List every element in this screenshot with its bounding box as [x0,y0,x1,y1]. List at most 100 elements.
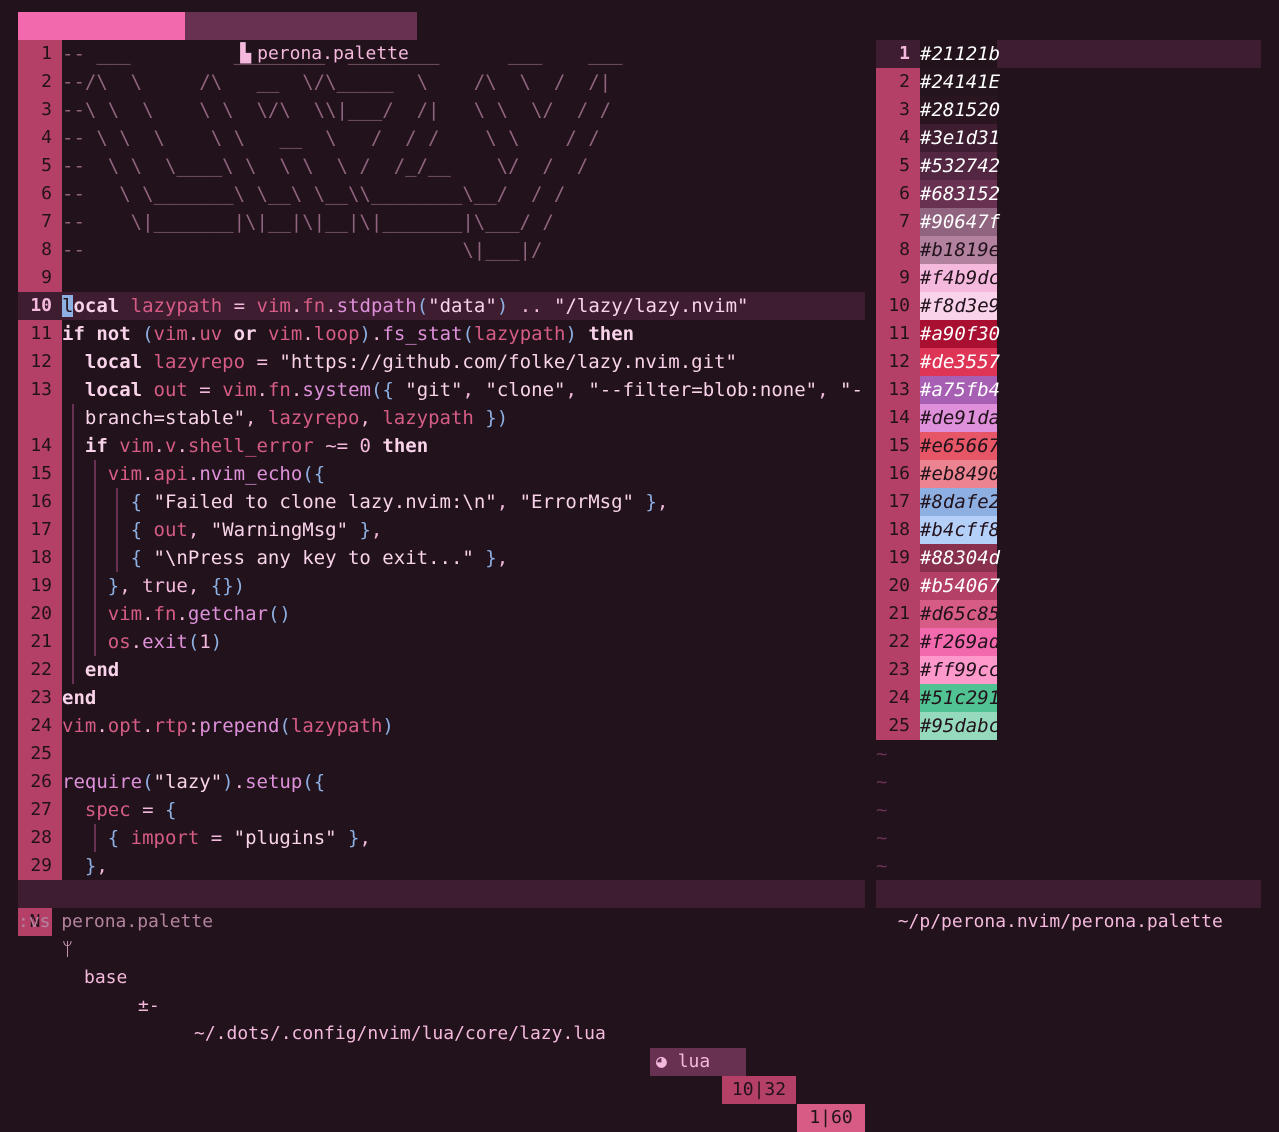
tab-lazy-lua[interactable]: ◕ lazy.lua [18,12,185,64]
code-line[interactable]: 2 --/\ \ /\ __ \/\_____ \ /\ \ / /| [18,68,865,96]
code-line[interactable]: 3 --\ \ \ \ \ \/\ \\|___/ /| \ \ \/ / / [18,96,865,124]
palette-line[interactable]: 4 #3e1d31 [876,124,1261,152]
code-line[interactable]: 18 { "\nPress any key to exit..." }, [18,544,865,572]
code-text: end [62,684,96,712]
code-line[interactable]: 29 }, [18,852,865,880]
code-token: "lazy" [153,771,223,793]
statusline-left: N ᛘ base ±- ~/.dots/.config/nvim/lua/cor… [18,880,865,1132]
code-line[interactable]: 11 if not (vim.uv or vim.loop).fs_stat(la… [18,320,865,348]
palette-line[interactable]: 16 #eb8490 [876,460,1261,488]
code-token: ( [462,323,474,345]
empty-line-marker: ~ [876,855,888,877]
code-token: ({ [302,771,326,793]
palette-line[interactable]: 18 #b4cff8 [876,516,1261,544]
cursor-position: 10|32 [722,1076,796,1104]
color-swatch: #de91da [920,404,1000,432]
code-token: , [245,407,268,429]
palette-line[interactable]: 23 #ff99cc [876,656,1261,684]
line-number: 13 [888,379,910,400]
palette-line[interactable]: 7 #90647f [876,208,1261,236]
code-line[interactable]: 1 -- ___ ________ ________ ___ ___ [18,40,865,68]
palette-line[interactable]: 14 #de91da [876,404,1261,432]
code-line[interactable]: 27 spec = { [18,796,865,824]
code-token: api [153,463,188,485]
code-line[interactable]: 14 if vim.v.shell_error ~= 0 then [18,432,865,460]
palette-line[interactable]: 5 #532742 [876,152,1261,180]
line-number: 14 [888,407,910,428]
line-number: 21 [888,603,910,624]
code-line[interactable]: 25 [18,740,865,768]
code-line[interactable]: 24 vim.opt.rtp:prepend(lazypath) [18,712,865,740]
line-number: 5 [899,155,910,176]
palette-line[interactable]: 3 #281520 [876,96,1261,124]
code-line[interactable]: 28 { import = "plugins" }, [18,824,865,852]
code-line[interactable]: 12 local lazyrepo = "https://github.com/… [18,348,865,376]
line-number: 4 [41,127,52,148]
code-token: = [130,799,165,821]
indent-guide [94,824,96,852]
code-line[interactable]: 21 os.exit(1) [18,628,865,656]
code-token: ocal [73,295,120,317]
code-line[interactable]: 19 }, true, {}) [18,572,865,600]
code-token: or [222,323,268,345]
palette-line[interactable]: 10 #f8d3e9 [876,292,1261,320]
palette-line[interactable]: 8 #b1819e [876,236,1261,264]
code-token: rtp [153,715,188,737]
code-text: if not (vim.uv or vim.loop).fs_stat(lazy… [62,320,634,348]
code-token: . [153,435,165,457]
palette-line[interactable]: 24 #51c291 [876,684,1261,712]
code-line[interactable]: 23 end [18,684,865,712]
code-line[interactable]: 20 vim.fn.getchar() [18,600,865,628]
command-line[interactable]: :vs perona.palette [18,908,213,936]
color-swatch: #532742 [920,152,1000,180]
palette-line[interactable]: 19 #88304d [876,544,1261,572]
palette-line[interactable]: 17 #8dafe2 [876,488,1261,516]
code-token: , [817,379,841,401]
editor-window-left[interactable]: 1 -- ___ ________ ________ ___ ___ 2 --/\ \… [18,40,865,880]
palette-line[interactable]: 1 #21121b [876,40,1261,68]
palette-line[interactable]: 25 #95dabc [876,712,1261,740]
line-number: 12 [888,351,910,372]
code-token: . [290,379,303,401]
code-text: local lazypath = vim.fn.stdpath("data") … [62,292,749,320]
palette-line[interactable]: 9 #f4b9dc [876,264,1261,292]
palette-line[interactable]: 13 #a75fb4 [876,376,1261,404]
code-line[interactable]: branch=stable", lazyrepo, lazypath }) [18,404,865,432]
code-line[interactable]: 22 end [18,656,865,684]
code-token: require [62,771,143,793]
code-line[interactable]: 8 -- \|___|/ [18,236,865,264]
palette-line[interactable]: 12 #de3557 [876,348,1261,376]
code-token: . [176,435,188,457]
code-token: -- \|___|/ [62,239,543,261]
code-token: , [370,519,383,541]
code-token: . [142,603,154,625]
code-line[interactable]: 6 -- \ \_______\ \__\ \__\\________\__/ /… [18,180,865,208]
color-swatch: #90647f [920,208,1000,236]
line-number: 6 [41,183,52,204]
palette-line[interactable]: 6 #683152 [876,180,1261,208]
code-line[interactable]: 7 -- \|_______|\|__|\|__|\|_______|\___/ … [18,208,865,236]
code-line[interactable]: 5 -- \ \ \____\ \ \ \ \ / /_/__ \/ / / [18,152,865,180]
code-line[interactable]: 4 -- \ \ \ \ \ __ \ / / / \ \ / / [18,124,865,152]
palette-line[interactable]: 11 #a90f30 [876,320,1261,348]
code-line[interactable]: 10 local lazypath = vim.fn.stdpath("data"… [18,292,865,320]
code-line[interactable]: 17 { out, "WarningMsg" }, [18,516,865,544]
code-line[interactable]: 13 local out = vim.fn.system({ "git", "c… [18,376,865,404]
code-line[interactable]: 15 vim.api.nvim_echo({ [18,460,865,488]
tab-perona-palette[interactable]: ▙ perona.palette [184,12,417,64]
editor-window-right[interactable]: 1 #21121b 2 #24141E 3 #281520 4 #3e1d31 5 #532742… [876,40,1261,880]
code-line[interactable]: 26 require("lazy").setup({ [18,768,865,796]
tabline: ◕ lazy.lua ▙ perona.palette [18,12,417,64]
code-token: . [96,715,108,737]
palette-line[interactable]: 15 #e65667 [876,432,1261,460]
palette-line[interactable]: 21 #d65c85 [876,600,1261,628]
code-line[interactable]: 9 [18,264,865,292]
code-line[interactable]: 16 { "Failed to clone lazy.nvim:\n", "Er… [18,488,865,516]
code-text: vim.opt.rtp:prepend(lazypath) [62,712,394,740]
palette-line[interactable]: 20 #b54067 [876,572,1261,600]
palette-line[interactable]: 22 #f269ad [876,628,1261,656]
palette-line[interactable]: 2 #24141E [876,68,1261,96]
code-token: 0 [359,435,371,457]
